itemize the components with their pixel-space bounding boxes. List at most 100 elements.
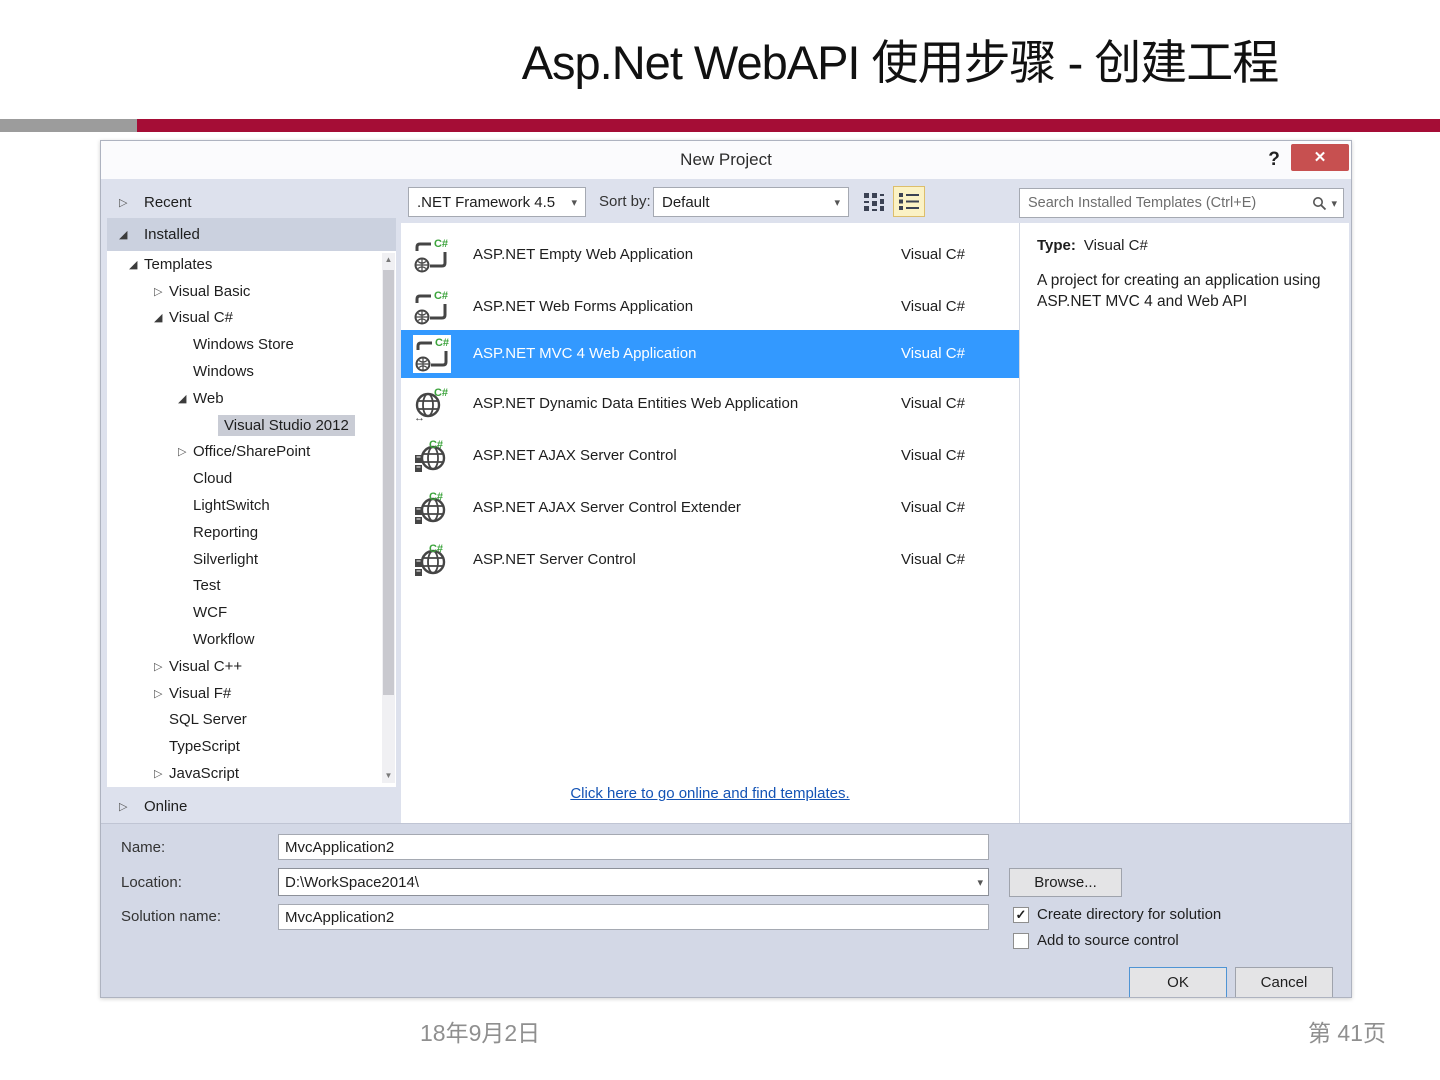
close-icon: ✕	[1313, 149, 1327, 166]
solution-name-label: Solution name:	[121, 908, 222, 925]
framework-dropdown[interactable]: .NET Framework 4.5	[408, 187, 586, 217]
chevron-expanded-icon[interactable]	[154, 311, 169, 324]
source-control-option[interactable]: Add to source control	[1013, 932, 1179, 949]
solution-name-input[interactable]	[278, 904, 989, 930]
chevron-collapsed-icon[interactable]	[178, 445, 193, 458]
svg-text:C#: C#	[434, 387, 448, 399]
accent-bar-red	[137, 119, 1440, 132]
icons-view-button[interactable]	[861, 190, 887, 215]
accent-bar-gray	[0, 119, 137, 132]
footer-page-number: 第 41页	[1308, 1020, 1386, 1046]
chevron-expanded-icon[interactable]	[129, 258, 144, 271]
sort-dropdown[interactable]: Default	[653, 187, 849, 217]
chevron-down-icon[interactable]	[1331, 197, 1337, 210]
search-icon[interactable]	[1312, 196, 1327, 211]
tree-item-wcf[interactable]: WCF	[107, 599, 396, 626]
scrollbar-thumb[interactable]	[383, 270, 394, 695]
type-value: Visual C#	[1083, 237, 1148, 254]
chevron-collapsed-icon[interactable]	[119, 800, 144, 813]
template-item[interactable]: C# ↔ ASP.NET Dynamic Data Entities Web Ap…	[401, 382, 1019, 426]
aspnet-server-control-icon: C#	[413, 542, 449, 578]
tree-item-lightswitch[interactable]: LightSwitch	[107, 492, 396, 519]
aspnet-server-control-icon: C#	[413, 438, 449, 474]
scroll-up-icon[interactable]	[382, 253, 395, 267]
tree-item-typescript[interactable]: TypeScript	[107, 733, 396, 760]
dialog-title: New Project	[680, 150, 772, 169]
aspnet-webapp-icon: C#	[413, 237, 449, 273]
template-item[interactable]: C# ASP.NET AJAX Server Control Visual C#	[401, 434, 1019, 478]
chevron-collapsed-icon[interactable]	[154, 285, 169, 298]
chevron-collapsed-icon[interactable]	[154, 687, 169, 700]
template-item[interactable]: C# ASP.NET Server Control Visual C#	[401, 538, 1019, 582]
find-templates-link[interactable]: Click here to go online and find templat…	[401, 785, 1019, 802]
tree-item-test[interactable]: Test	[107, 573, 396, 600]
chevron-collapsed-icon[interactable]	[154, 767, 169, 780]
chevron-down-icon[interactable]	[977, 876, 983, 889]
template-item[interactable]: C# ASP.NET Web Forms Application Visual …	[401, 285, 1019, 329]
ok-button[interactable]: OK	[1129, 967, 1227, 997]
new-project-dialog: New Project ? ✕ Recent Installed Templat…	[100, 140, 1352, 998]
search-box	[1019, 188, 1344, 218]
chevron-expanded-icon[interactable]	[178, 392, 193, 405]
tree-item-visual-cpp[interactable]: Visual C++	[107, 653, 396, 680]
location-input[interactable]	[279, 873, 978, 891]
tree-item-windows-store[interactable]: Windows Store	[107, 331, 396, 358]
tree-scrollbar[interactable]	[382, 253, 395, 783]
checkbox-unchecked-icon[interactable]	[1013, 932, 1029, 949]
footer-date: 18年9月2日	[420, 1020, 541, 1046]
grid-view-icon	[864, 193, 884, 211]
create-directory-option[interactable]: Create directory for solution	[1013, 906, 1221, 923]
location-combo	[278, 868, 989, 896]
chevron-collapsed-icon[interactable]	[119, 196, 144, 209]
nav-item-recent[interactable]: Recent	[107, 187, 396, 218]
aspnet-webapp-icon: C#	[413, 335, 451, 373]
project-form: Name: Location: Browse... Solution name:…	[101, 823, 1351, 997]
tree-item-workflow[interactable]: Workflow	[107, 626, 396, 653]
source-control-label: Add to source control	[1037, 932, 1179, 949]
name-input[interactable]	[278, 834, 989, 860]
search-input[interactable]	[1026, 194, 1313, 212]
tree-item-cloud[interactable]: Cloud	[107, 465, 396, 492]
help-button[interactable]: ?	[1261, 147, 1287, 173]
template-type-line: Type: Visual C#	[1037, 237, 1349, 254]
slide: Asp.Net WebAPI 使用步骤 - 创建工程 New Project ?…	[0, 0, 1440, 1080]
svg-text:C#: C#	[434, 290, 448, 302]
list-view-button[interactable]	[893, 186, 925, 217]
sort-by-label: Sort by:	[599, 193, 651, 210]
template-item-selected[interactable]: C# ASP.NET MVC 4 Web Application Visual …	[401, 330, 1019, 378]
scroll-down-icon[interactable]	[382, 769, 395, 783]
nav-item-online[interactable]: Online	[107, 791, 396, 822]
create-directory-label: Create directory for solution	[1037, 906, 1222, 923]
template-item[interactable]: C# ASP.NET AJAX Server Control Extender …	[401, 486, 1019, 530]
chevron-expanded-icon[interactable]	[119, 228, 144, 241]
tree-item-visual-basic[interactable]: Visual Basic	[107, 278, 396, 305]
tree-item-javascript[interactable]: JavaScript	[107, 760, 396, 787]
template-info-panel: Type: Visual C# A project for creating an…	[1019, 223, 1349, 823]
tree-item-windows[interactable]: Windows	[107, 358, 396, 385]
tree-item-silverlight[interactable]: Silverlight	[107, 546, 396, 573]
close-button[interactable]: ✕	[1291, 144, 1349, 171]
tree-item-templates[interactable]: Templates	[107, 251, 396, 278]
nav-item-installed[interactable]: Installed	[107, 218, 396, 251]
browse-button[interactable]: Browse...	[1009, 868, 1122, 897]
tree-item-web[interactable]: Web	[107, 385, 396, 412]
svg-text:C#: C#	[429, 491, 443, 503]
page-title: Asp.Net WebAPI 使用步骤 - 创建工程	[521, 36, 1280, 89]
list-view-icon	[899, 193, 919, 210]
svg-text:↔: ↔	[414, 412, 425, 422]
svg-text:C#: C#	[429, 439, 443, 451]
tree-item-office-sharepoint[interactable]: Office/SharePoint	[107, 439, 396, 466]
chevron-down-icon	[571, 196, 577, 209]
chevron-collapsed-icon[interactable]	[154, 660, 169, 673]
cancel-button[interactable]: Cancel	[1235, 967, 1333, 997]
tree-item-visual-csharp[interactable]: Visual C#	[107, 305, 396, 332]
aspnet-webapp-icon: C#	[413, 289, 449, 325]
tree-item-reporting[interactable]: Reporting	[107, 519, 396, 546]
tree-item-sql-server[interactable]: SQL Server	[107, 707, 396, 734]
checkbox-checked-icon[interactable]	[1013, 906, 1029, 923]
template-item[interactable]: C# ASP.NET Empty Web Application Visual …	[401, 233, 1019, 277]
tree-item-visual-fsharp[interactable]: Visual F#	[107, 680, 396, 707]
template-description: A project for creating an application us…	[1037, 272, 1321, 310]
tree-item-visual-studio-2012[interactable]: Visual Studio 2012	[107, 412, 396, 439]
svg-text:C#: C#	[434, 238, 448, 250]
